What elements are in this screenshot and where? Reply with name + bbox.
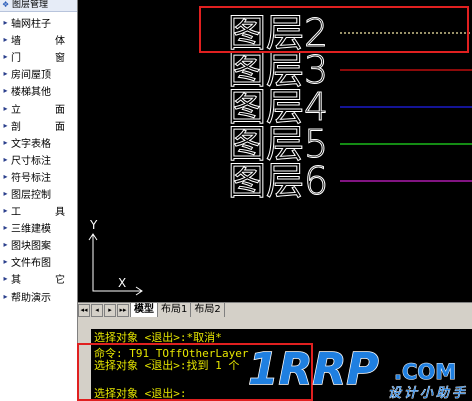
sidebar-item-label: 其它 <box>11 271 77 286</box>
sidebar-item[interactable]: ▸ 楼梯其他 <box>0 82 77 99</box>
watermark-suffix: .COM <box>394 360 456 384</box>
sidebar-item-label-part: 具 <box>55 207 65 219</box>
sidebar-item[interactable]: ▸ 文件布图 <box>0 253 77 270</box>
sidebar-item-label: 图层控制 <box>11 189 51 201</box>
ucs-x-label: X <box>118 276 126 290</box>
sidebar-item-label-part: 其 <box>11 275 21 287</box>
sidebar-item-label-part: 它 <box>55 275 65 287</box>
triangle-right-icon: ▸ <box>3 291 8 301</box>
sidebar-item-label: 符号标注 <box>11 172 51 184</box>
triangle-right-icon: ▸ <box>3 171 8 181</box>
triangle-right-icon: ▸ <box>3 206 8 216</box>
layout-tab-bar: ◂◂ ◂ ▸ ▸▸ 模型 布局1 布局2 <box>78 302 472 317</box>
triangle-right-icon: ▸ <box>3 120 8 130</box>
sidebar-item-label-part: 窗 <box>55 53 65 65</box>
triangle-right-icon: ▸ <box>3 274 8 284</box>
triangle-right-icon: ▸ <box>3 86 8 96</box>
sidebar-item-label-part: 工 <box>11 207 21 219</box>
sidebar-item[interactable]: ▸ 工具 <box>0 202 77 219</box>
sidebar-item[interactable]: ▸ 三维建模 <box>0 219 77 236</box>
sidebar-item-label: 立面 <box>11 101 77 116</box>
sidebar-item-label: 文件布图 <box>11 258 51 270</box>
sidebar-item-label: 轴网柱子 <box>11 19 51 31</box>
tab-layout1[interactable]: 布局1 <box>158 303 192 317</box>
sidebar-item-label-part: 剖 <box>11 121 21 133</box>
triangle-right-icon: ▸ <box>3 240 8 250</box>
chevron-up-icon: ❖ <box>2 0 10 9</box>
sidebar-item[interactable]: ▸ 尺寸标注 <box>0 151 77 168</box>
site-watermark-logo: 1RRP .COM 设计小助手 <box>247 343 468 401</box>
sidebar-item-label-part: 墙 <box>11 36 21 48</box>
sidebar-item[interactable]: ▸ 符号标注 <box>0 168 77 185</box>
triangle-right-icon: ▸ <box>3 52 8 62</box>
triangle-right-icon: ▸ <box>3 223 8 233</box>
triangle-right-icon: ▸ <box>3 69 8 79</box>
sidebar-item-label: 尺寸标注 <box>11 155 51 167</box>
triangle-right-icon: ▸ <box>3 18 8 28</box>
sidebar-item-label: 图块图案 <box>11 241 51 253</box>
last-tab-icon[interactable]: ▸▸ <box>117 304 129 317</box>
menu-header-label: 图层管理 <box>12 0 49 10</box>
sidebar-item[interactable]: ▸ 图块图案 <box>0 236 77 253</box>
ucs-axis-icon: YX <box>88 218 143 296</box>
prev-tab-icon[interactable]: ◂ <box>91 304 103 317</box>
sidebar-item[interactable]: ▸ 文字表格 <box>0 134 77 151</box>
triangle-right-icon: ▸ <box>3 35 8 45</box>
sidebar-item[interactable]: ▸ 房间屋顶 <box>0 65 77 82</box>
next-tab-icon[interactable]: ▸ <box>104 304 116 317</box>
highlight-box-layer2 <box>199 6 469 53</box>
triangle-right-icon: ▸ <box>3 257 8 267</box>
sidebar-item-label-part: 面 <box>55 121 65 133</box>
sidebar-item-label: 门窗 <box>11 49 77 64</box>
tab-model[interactable]: 模型 <box>130 303 158 317</box>
sidebar-item[interactable]: ▸ 图层控制 <box>0 185 77 202</box>
triangle-right-icon: ▸ <box>3 103 8 113</box>
watermark-brand: 1RRP <box>248 344 379 395</box>
sidebar-item[interactable]: ▸ 门窗 <box>0 48 77 65</box>
sidebar-item[interactable]: ▸ 帮助演示 <box>0 288 77 305</box>
sidebar-item-label: 帮助演示 <box>11 292 51 304</box>
sidebar-item[interactable]: ▸ 墙体 <box>0 31 77 48</box>
sidebar-item-label: 墙体 <box>11 32 77 47</box>
sidebar-item[interactable]: ▸ 其它 <box>0 270 77 287</box>
sidebar-item-label: 剖面 <box>11 118 77 133</box>
sidebar-item-label-part: 门 <box>11 53 21 65</box>
menu-header[interactable]: ❖ 图层管理 <box>0 0 77 12</box>
triangle-right-icon: ▸ <box>3 137 8 147</box>
sidebar-item-label-part: 体 <box>55 36 65 48</box>
ucs-y-label: Y <box>89 218 98 232</box>
sidebar-item-label: 三维建模 <box>11 224 51 236</box>
triangle-right-icon: ▸ <box>3 188 8 198</box>
sidebar-item[interactable]: ▸ 轴网柱子 <box>0 14 77 31</box>
sidebar-item-label: 房间屋顶 <box>11 70 51 82</box>
sidebar-item-label: 楼梯其他 <box>11 87 51 99</box>
command-splitter[interactable] <box>78 317 472 329</box>
first-tab-icon[interactable]: ◂◂ <box>78 304 90 317</box>
sidebar-item-label-part: 面 <box>55 104 65 116</box>
sidebar-item-label: 工具 <box>11 203 77 218</box>
tab-layout2[interactable]: 布局2 <box>191 303 225 317</box>
sidebar-item[interactable]: ▸ 立面 <box>0 99 77 116</box>
menu-list: ▸ 轴网柱子 ▸ 墙体 ▸ 门窗 ▸ 房间屋顶 ▸ 楼梯其他 ▸ 立面 ▸ 剖面 ▸ 文字表格 ▸ 尺寸标注 ▸ 符号… <box>0 12 77 305</box>
watermark-tagline: 设计小助手 <box>388 386 468 401</box>
triangle-right-icon: ▸ <box>3 154 8 164</box>
sidebar-item-label-part: 立 <box>11 104 21 116</box>
tool-menu-sidebar: ❖ 图层管理 ▸ 轴网柱子 ▸ 墙体 ▸ 门窗 ▸ 房间屋顶 ▸ 楼梯其他 ▸ 立面 ▸ 剖面 ▸ 文字表格 ▸… <box>0 0 78 401</box>
sidebar-item[interactable]: ▸ 剖面 <box>0 117 77 134</box>
sidebar-item-label: 文字表格 <box>11 138 51 150</box>
layer-label[interactable]: 图层6 <box>228 159 329 204</box>
